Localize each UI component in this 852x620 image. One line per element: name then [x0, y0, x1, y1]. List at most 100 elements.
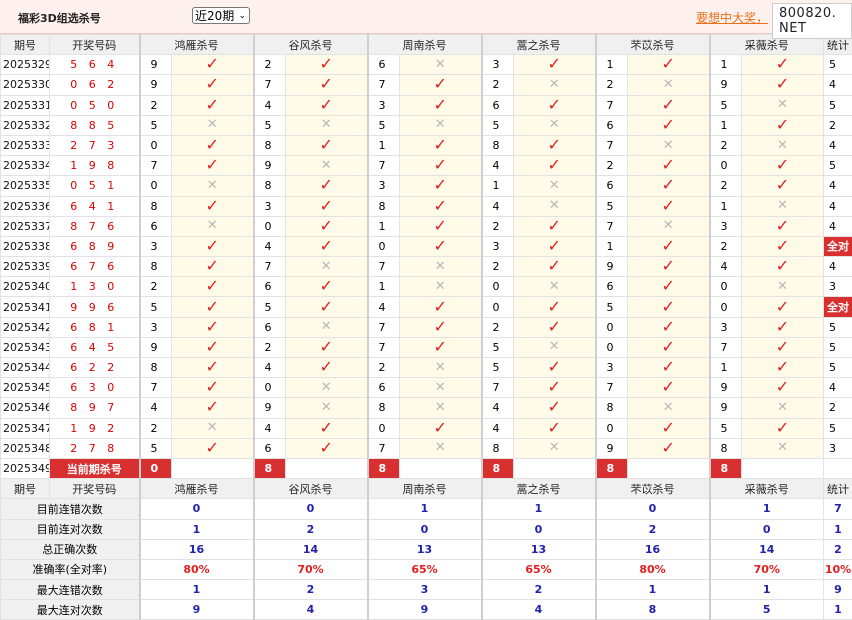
correct-icon: ✓ [400, 196, 482, 216]
check-icon: ✓ [776, 216, 789, 235]
period-cell: 2025333 [1, 135, 50, 155]
kill-number-cell: 7 [482, 378, 514, 398]
correct-icon: ✓ [172, 337, 254, 357]
period-select[interactable]: 近20期 ⌄ [192, 7, 250, 24]
correct-icon: ✓ [742, 317, 824, 337]
check-icon: ✓ [776, 115, 789, 134]
check-icon: ✓ [206, 75, 219, 94]
wrong-icon: ✕ [514, 438, 596, 458]
cross-icon: ✕ [207, 117, 218, 132]
kill-number-cell: 2 [710, 135, 742, 155]
summary-value: 0 [254, 499, 368, 519]
check-icon: ✓ [776, 257, 789, 276]
correct-icon: ✓ [172, 236, 254, 256]
summary-value: 13 [368, 539, 482, 559]
period-cell: 2025331 [1, 95, 50, 115]
kill-number-cell: 3 [710, 317, 742, 337]
draw-number-cell: 2 7 8 [50, 438, 140, 458]
kill-number-cell: 5 [482, 337, 514, 357]
col-header-expert: 芣苡杀号 [596, 479, 710, 499]
cross-icon: ✕ [663, 77, 674, 92]
table-row: 20253426 8 13✓6✕7✓2✓0✓3✓5 [1, 317, 852, 337]
correct-icon: ✓ [628, 115, 710, 135]
stat-cell: 5 [824, 95, 852, 115]
check-icon: ✓ [662, 176, 675, 195]
promo-link[interactable]: 要想中大奖， [696, 9, 768, 26]
kill-number-cell: 2 [482, 75, 514, 95]
check-icon: ✓ [434, 176, 447, 195]
correct-icon: ✓ [514, 398, 596, 418]
check-icon: ✓ [662, 317, 675, 336]
stat-cell: 4 [824, 378, 852, 398]
kill-number-cell: 1 [368, 277, 400, 297]
kill-number-cell: 7 [596, 95, 628, 115]
check-icon: ✓ [548, 236, 561, 255]
kill-number-cell: 5 [254, 115, 286, 135]
table-row: 20253328 8 55✕5✕5✕5✕6✓1✓2 [1, 115, 852, 135]
summary-value: 13 [482, 539, 596, 559]
wrong-icon: ✕ [400, 55, 482, 75]
check-icon: ✓ [434, 196, 447, 215]
table-row: 20253419 9 65✓5✓4✓0✓5✓0✓全对 [1, 297, 852, 317]
check-icon: ✓ [776, 176, 789, 195]
period-cell: 2025346 [1, 398, 50, 418]
kill-number-cell: 4 [710, 257, 742, 277]
cross-icon: ✕ [321, 380, 332, 395]
kill-number-cell: 4 [254, 418, 286, 438]
check-icon: ✓ [548, 55, 561, 74]
summary-value: 8 [596, 600, 710, 620]
cross-icon: ✕ [321, 259, 332, 274]
period-cell: 2025336 [1, 196, 50, 216]
summary-value: 1 [140, 519, 254, 539]
period-cell: 2025345 [1, 378, 50, 398]
wrong-icon: ✕ [286, 317, 368, 337]
col-header-expert: 谷风杀号 [254, 479, 368, 499]
summary-value: 9 [140, 600, 254, 620]
check-icon: ✓ [206, 196, 219, 215]
check-icon: ✓ [776, 55, 789, 74]
summary-value: 1 [710, 499, 824, 519]
kill-number-cell: 0 [254, 216, 286, 236]
table-row: 20253446 2 28✓4✓2✕5✓3✓1✓5 [1, 358, 852, 378]
correct-icon: ✓ [742, 236, 824, 256]
check-icon: ✓ [206, 257, 219, 276]
correct-icon: ✓ [742, 156, 824, 176]
summary-value: 65% [482, 559, 596, 579]
empty-cell [400, 458, 482, 478]
cross-icon: ✕ [321, 400, 332, 415]
draw-number-cell: 6 3 0 [50, 378, 140, 398]
col-header-expert: 芣苡杀号 [596, 35, 710, 55]
stat-cell: 5 [824, 418, 852, 438]
correct-icon: ✓ [172, 257, 254, 277]
summary-stat-value: 10% [824, 559, 852, 579]
kill-number-cell: 6 [254, 317, 286, 337]
summary-value: 14 [710, 539, 824, 559]
kill-number-cell: 1 [710, 55, 742, 75]
kill-number-cell: 2 [710, 236, 742, 256]
correct-icon: ✓ [514, 358, 596, 378]
check-icon: ✓ [320, 176, 333, 195]
correct-icon: ✓ [742, 55, 824, 75]
current-period-row: 2025349当前期杀号088888 [1, 458, 852, 478]
correct-icon: ✓ [628, 438, 710, 458]
correct-icon: ✓ [628, 297, 710, 317]
check-icon: ✓ [548, 216, 561, 235]
kill-number-cell: 6 [482, 95, 514, 115]
kill-number-cell: 4 [254, 95, 286, 115]
kill-number-cell: 7 [596, 216, 628, 236]
cross-icon: ✕ [435, 380, 446, 395]
stat-cell: 4 [824, 75, 852, 95]
correct-icon: ✓ [628, 236, 710, 256]
stat-cell: 3 [824, 438, 852, 458]
current-kill-number: 8 [482, 458, 514, 478]
summary-stat-value: 1 [824, 519, 852, 539]
summary-value: 1 [368, 499, 482, 519]
check-icon: ✓ [206, 438, 219, 457]
kill-number-cell: 9 [254, 398, 286, 418]
stat-cell: 4 [824, 176, 852, 196]
check-icon: ✓ [320, 95, 333, 114]
summary-value: 80% [140, 559, 254, 579]
wrong-icon: ✕ [514, 176, 596, 196]
summary-value: 1 [482, 499, 596, 519]
page-title: 福彩3D组选杀号 [18, 10, 101, 26]
